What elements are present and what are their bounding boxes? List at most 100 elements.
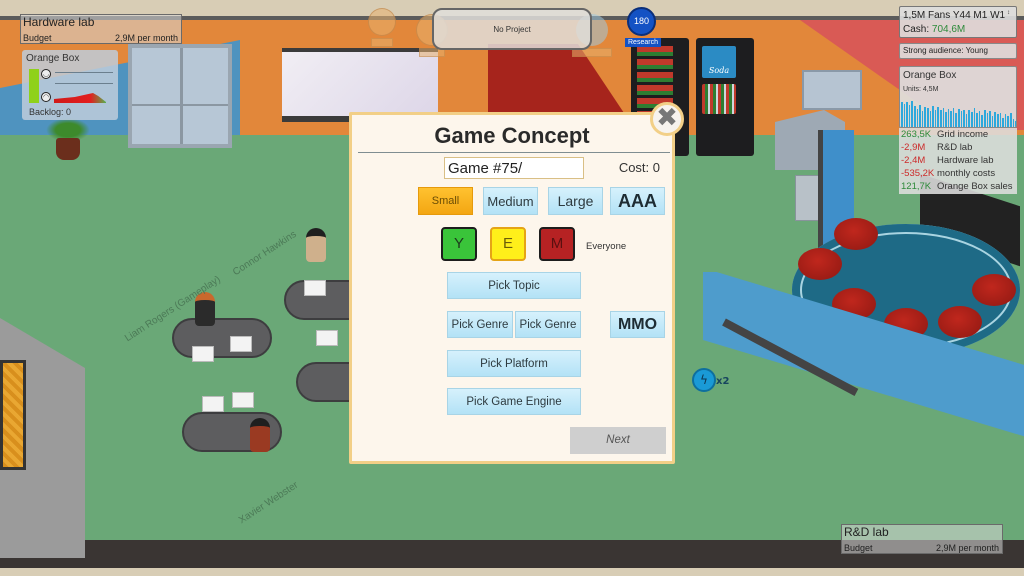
mmo-toggle-button[interactable]: MMO [610, 311, 665, 338]
rating-young-button[interactable]: Y [441, 227, 477, 261]
employee-xavier[interactable] [250, 418, 270, 452]
pick-engine-button[interactable]: Pick Game Engine [447, 388, 581, 415]
audience-indicator: Strong audience: Young [899, 43, 1017, 59]
expand-icon[interactable]: ↕ [1007, 10, 1010, 16]
sales-bar [996, 114, 999, 127]
quality-bar [29, 69, 39, 103]
sales-bar [934, 109, 937, 127]
sales-bar [963, 109, 965, 127]
employee-connor[interactable] [306, 228, 326, 262]
sales-bar [1009, 113, 1012, 127]
sales-bar [903, 103, 906, 127]
monitor [230, 336, 252, 352]
sales-bar [926, 108, 929, 127]
finance-value: -2,9M [901, 142, 926, 153]
pick-platform-button[interactable]: Pick Platform [447, 350, 581, 377]
finance-label: R&D lab [937, 142, 973, 153]
sales-bar [971, 112, 973, 127]
finance-row: 263,5K Grid income [901, 128, 1015, 141]
top-indicator-tag [371, 38, 393, 47]
sales-bar [1002, 118, 1004, 127]
rd-lab-panel[interactable]: R&D lab Budget 2,9M per month [841, 524, 1003, 554]
finance-row: 121,7K Orange Box sales [901, 180, 1015, 193]
sales-bar [1004, 113, 1007, 127]
sad-face-icon: ◠ [41, 92, 51, 102]
sales-bar [932, 106, 934, 127]
size-medium-button[interactable]: Medium [483, 187, 538, 215]
desk[interactable] [172, 318, 272, 358]
sales-bar [950, 110, 952, 127]
game-name-input[interactable] [444, 157, 584, 179]
glass-door [128, 44, 232, 148]
close-icon[interactable]: ✖ [650, 102, 684, 136]
cash-line: Cash: 704,6M [903, 24, 965, 35]
sales-bar [908, 104, 911, 127]
sales-histogram [901, 97, 1016, 127]
finance-label: Hardware lab [937, 155, 994, 166]
current-project[interactable]: No Project [432, 8, 592, 50]
sales-bar [1007, 116, 1009, 127]
research-label: Research [625, 38, 661, 47]
lightning-icon[interactable]: ϟ [692, 368, 716, 392]
fans-date: 1,5M Fans Y44 M1 W1 [903, 10, 1006, 21]
pick-genre-button[interactable]: Pick Genre [447, 311, 513, 338]
sales-bar [958, 109, 960, 127]
sales-bar [913, 106, 916, 127]
sales-bar [1012, 118, 1015, 127]
size-large-button[interactable]: Large [548, 187, 603, 215]
sales-bar [991, 115, 994, 127]
size-small-button[interactable]: Small [418, 187, 473, 215]
cash-value: 704,6M [931, 24, 966, 35]
sales-bar [945, 112, 947, 127]
finance-label: Orange Box sales [937, 181, 1013, 192]
finance-row: -535,2K monthly costs [901, 167, 1015, 180]
monitor [316, 330, 338, 346]
units-sold: Units: 4,5M [903, 86, 939, 93]
sales-bar [976, 112, 978, 127]
bottom-strip [0, 568, 1024, 576]
cost-label: Cost: 0 [618, 160, 660, 175]
finance-row: -2,9M R&D lab [901, 141, 1015, 154]
research-points[interactable]: 180 [627, 7, 656, 36]
rating-everyone-button[interactable]: E [490, 227, 526, 261]
sales-bar [911, 101, 913, 127]
boost-multiplier: x2 [716, 376, 730, 387]
top-indicator[interactable] [368, 8, 396, 36]
budget-label: Budget [844, 543, 873, 553]
sales-bar [955, 112, 958, 127]
sales-bar [999, 112, 1002, 127]
dialog-title: Game Concept [434, 123, 590, 148]
kitchen-cabinet [802, 70, 862, 110]
sales-bar [968, 110, 971, 127]
size-aaa-button[interactable]: AAA [610, 187, 665, 215]
beanbag [972, 274, 1016, 306]
lab-title: Hardware lab [23, 15, 95, 29]
sales-bar [989, 111, 991, 127]
soda-machine[interactable]: Soda [696, 38, 754, 156]
pick-second-genre-button[interactable]: Pick Genre [515, 311, 581, 338]
sales-bar [929, 111, 932, 127]
sales-bar [986, 113, 989, 127]
next-button[interactable]: Next [570, 427, 666, 454]
product-status-panel[interactable]: Orange Box ◡ ◠ Backlog: 0 [22, 50, 118, 120]
company-stats-panel[interactable]: 1,5M Fans Y44 M1 W1 ↕ Cash: 704,6M [899, 6, 1017, 38]
hardware-lab-panel[interactable]: Hardware lab Budget 2,9M per month [20, 14, 182, 44]
sales-bar [984, 109, 986, 127]
product-title: Orange Box [26, 53, 80, 64]
soda-label: Soda [702, 46, 736, 78]
lab-title: R&D lab [844, 525, 889, 539]
cash-label: Cash: [903, 24, 932, 35]
budget-label: Budget [23, 33, 52, 43]
sales-panel[interactable]: Orange Box Units: 4,5M [899, 66, 1017, 128]
pick-topic-button[interactable]: Pick Topic [447, 272, 581, 299]
beanbag [834, 218, 878, 250]
sales-bar [994, 112, 996, 127]
finance-label: Grid income [937, 129, 989, 140]
sales-bar [924, 106, 926, 127]
sales-bar [921, 110, 924, 127]
monitor [202, 396, 224, 412]
big-screen [0, 360, 26, 470]
sales-bar [965, 113, 968, 127]
soda-bottles [702, 84, 736, 114]
rating-mature-button[interactable]: M [539, 227, 575, 261]
